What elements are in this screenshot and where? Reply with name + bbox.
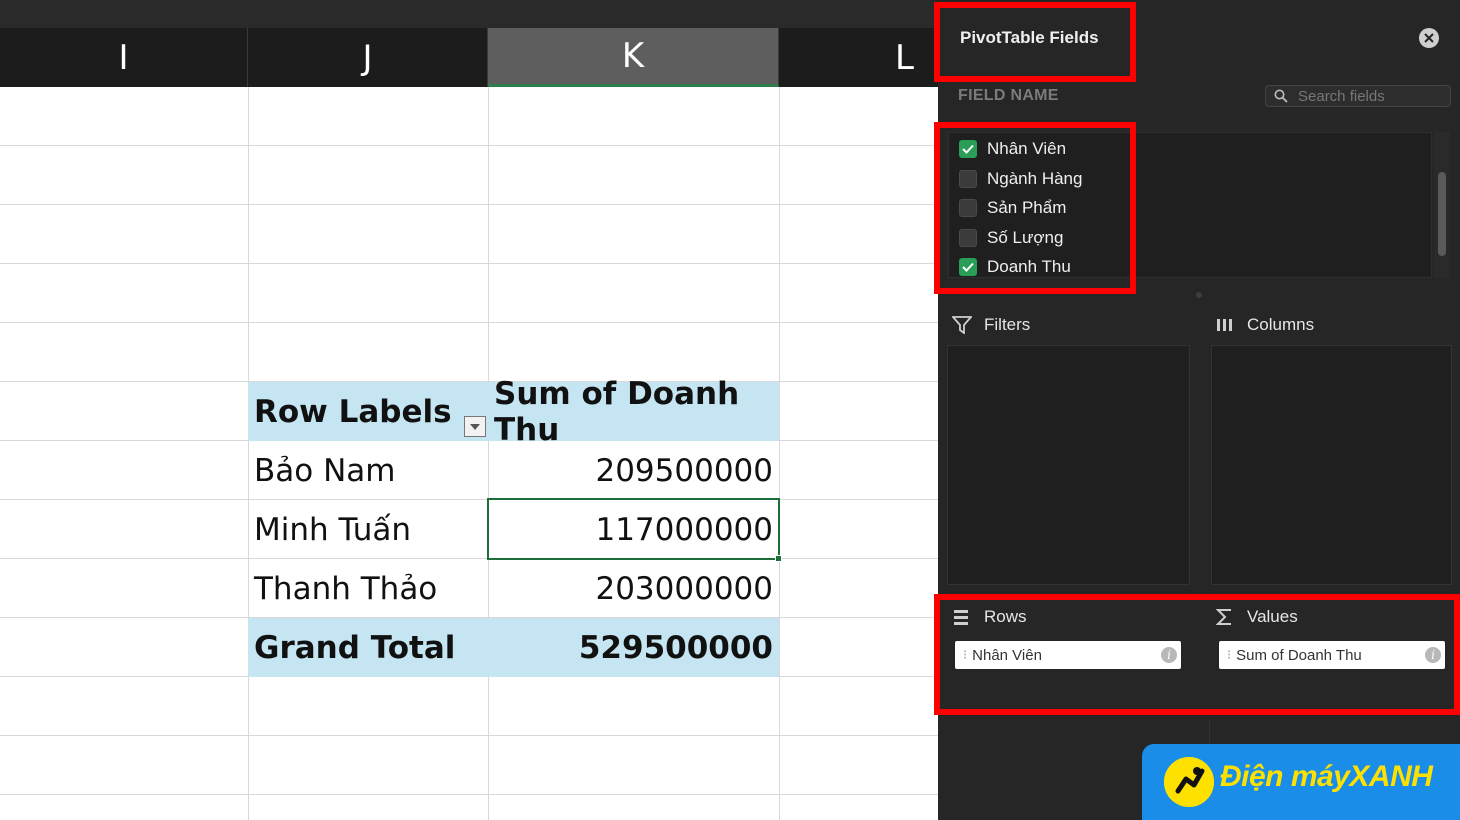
- spreadsheet: I J K L Row Labels Sum of Doanh Thu Bảo …: [0, 0, 938, 820]
- grand-total-value: 529500000: [578, 629, 773, 666]
- search-fields-box[interactable]: [1265, 85, 1451, 107]
- filters-drop-area[interactable]: [947, 345, 1190, 585]
- filter-icon: [952, 316, 972, 334]
- logo-wordmark: Điện máyXANH: [1220, 760, 1433, 793]
- row-label: Minh Tuấn: [254, 511, 412, 548]
- column-header-j[interactable]: J: [248, 28, 488, 87]
- close-icon[interactable]: [1419, 28, 1439, 48]
- sum-header: Sum of Doanh Thu: [494, 375, 740, 448]
- highlight-box-fields: [934, 122, 1136, 294]
- row-value: 203000000: [595, 570, 773, 607]
- pivot-data-row[interactable]: Bảo Nam 209500000: [248, 441, 779, 500]
- ribbon-edge: [0, 0, 938, 28]
- highlight-box-title: [934, 2, 1136, 82]
- row-labels-header: Row Labels: [254, 393, 452, 430]
- columns-area-heading: Columns: [1215, 313, 1314, 337]
- column-header-k[interactable]: K: [488, 28, 779, 87]
- gridline: [0, 145, 938, 146]
- pivot-header-row[interactable]: Row Labels Sum of Doanh Thu: [248, 375, 779, 448]
- row-value: 209500000: [595, 452, 773, 489]
- gridline: [0, 204, 938, 205]
- dienmayxanh-logo: Điện máyXANH: [1142, 744, 1460, 820]
- grand-total-row[interactable]: Grand Total 529500000: [248, 618, 779, 677]
- gridline: [0, 263, 938, 264]
- column-header-i[interactable]: I: [0, 28, 248, 87]
- gridline: [0, 794, 938, 795]
- row-label: Bảo Nam: [254, 452, 396, 489]
- columns-icon: [1217, 319, 1232, 331]
- pivot-data-row[interactable]: Thanh Thảo 203000000: [248, 559, 779, 618]
- dropdown-arrow-icon: [470, 423, 480, 430]
- columns-label: Columns: [1247, 315, 1315, 334]
- gridline: [0, 322, 938, 323]
- search-input[interactable]: [1298, 87, 1448, 105]
- field-name-heading: FIELD NAME: [958, 87, 1059, 104]
- active-cell-selection[interactable]: [487, 498, 780, 560]
- gridline: [779, 87, 780, 820]
- row-label: Thanh Thảo: [254, 570, 438, 607]
- row-labels-filter-button[interactable]: [464, 416, 486, 437]
- fill-handle[interactable]: [775, 555, 782, 562]
- columns-drop-area[interactable]: [1211, 345, 1452, 585]
- grand-total-label: Grand Total: [254, 629, 456, 666]
- gridline: [0, 735, 938, 736]
- x-glyph: [1424, 33, 1434, 43]
- search-icon: [1274, 89, 1288, 103]
- column-header-l[interactable]: L: [779, 28, 938, 87]
- highlight-box-rows-values: [934, 594, 1460, 715]
- filters-area-heading: Filters: [952, 313, 1030, 337]
- scrollbar-thumb[interactable]: [1438, 172, 1446, 256]
- splitter-handle[interactable]: [1196, 292, 1202, 298]
- logo-mascot-icon: [1164, 757, 1214, 807]
- filters-label: Filters: [984, 315, 1031, 334]
